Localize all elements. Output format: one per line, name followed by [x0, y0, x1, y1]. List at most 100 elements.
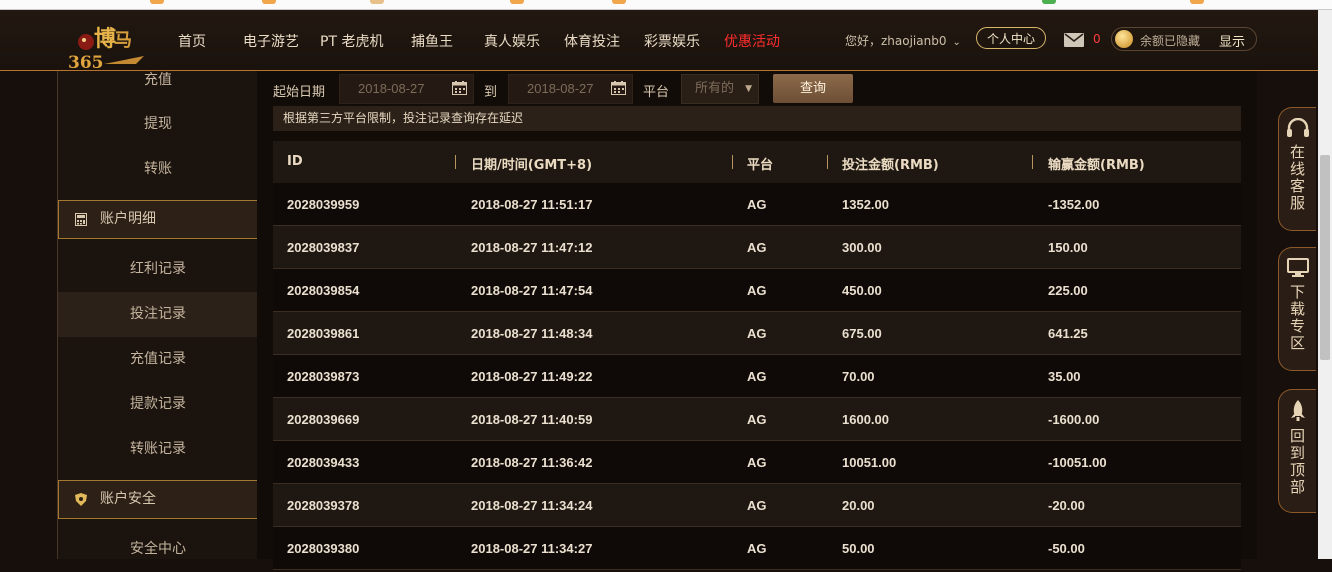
sidebar-item-deposit-records[interactable]: 充值记录: [58, 337, 258, 382]
dropdown-arrow-icon: ▼: [745, 84, 752, 94]
sidebar-item-withdraw-records[interactable]: 提款记录: [58, 382, 258, 427]
sidebar-item-withdraw[interactable]: 提现: [58, 102, 258, 147]
sidebar-item-transfer-records[interactable]: 转账记录: [58, 427, 258, 472]
cell-id: 2028039873: [287, 369, 360, 384]
calendar-icon[interactable]: [611, 81, 626, 95]
cell-platform: AG: [747, 283, 767, 298]
cell-win-loss: -10051.00: [1048, 455, 1107, 470]
header-datetime: 日期/时间(GMT+8): [471, 158, 593, 173]
cell-id: 2028039378: [287, 498, 360, 513]
sidebar-item-bet-records[interactable]: 投注记录: [58, 292, 258, 337]
float-label: 在线客服: [1289, 143, 1305, 212]
nav-sports-betting[interactable]: 体育投注: [564, 31, 620, 51]
balance-display: 余额已隐藏 显示: [1111, 27, 1257, 51]
nav-promotions[interactable]: 优惠活动: [724, 31, 780, 51]
cell-platform: AG: [747, 541, 767, 556]
table-header-row: ID 日期/时间(GMT+8) 平台 投注金额(RMB) 输赢金额(RMB): [273, 141, 1241, 183]
sidebar-header-label: 账户明细: [100, 211, 156, 227]
start-date-label: 起始日期: [273, 85, 326, 100]
greeting-text: 您好，zhaojianb0: [845, 34, 947, 48]
table-row: 2028039959 2018-08-27 11:51:17 AG 1352.0…: [273, 183, 1241, 226]
chevron-down-icon: ⌄: [952, 37, 961, 48]
header-bet-amount: 投注金额(RMB): [842, 158, 939, 173]
personal-center-button[interactable]: 个人中心: [976, 27, 1046, 49]
bet-record-filter: 起始日期 2018-08-27 到 2018-08-27 平台 所有的 ▼ 查询: [273, 74, 1253, 104]
coin-icon: [1115, 30, 1133, 48]
platform-select-value: 所有的: [695, 81, 735, 96]
cell-id: 2028039837: [287, 240, 360, 255]
account-sidebar: 充值 提现 转账 账户明细 红利记录 投注记录 充值记录 提款记录 转账记录 账…: [57, 71, 259, 559]
back-to-top-button[interactable]: 回到顶部: [1278, 389, 1316, 513]
table-row: 2028039669 2018-08-27 11:40:59 AG 1600.0…: [273, 398, 1241, 441]
sidebar-item-bonus-records[interactable]: 红利记录: [58, 247, 258, 292]
cell-datetime: 2018-08-27 11:34:27: [471, 541, 593, 556]
cell-win-loss: 641.25: [1048, 326, 1088, 341]
table-row: 2028039380 2018-08-27 11:34:27 AG 50.00 …: [273, 527, 1241, 570]
header-divider: [455, 155, 456, 169]
to-label: 到: [484, 85, 498, 100]
cell-bet-amount: 70.00: [842, 369, 875, 384]
header-win-loss: 输赢金额(RMB): [1048, 158, 1145, 173]
nav-home[interactable]: 首页: [178, 31, 206, 51]
nav-electronic-games[interactable]: 电子游艺: [243, 31, 299, 51]
cell-platform: AG: [747, 498, 767, 513]
cell-win-loss: 35.00: [1048, 369, 1081, 384]
sidebar-item-security-center[interactable]: 安全中心: [58, 527, 258, 572]
cell-id: 2028039380: [287, 541, 360, 556]
online-support-button[interactable]: 在线客服: [1278, 107, 1316, 231]
download-area-button[interactable]: 下载专区: [1278, 247, 1316, 371]
page-scrollbar[interactable]: [1318, 10, 1332, 559]
cell-win-loss: -1352.00: [1048, 197, 1100, 212]
cell-bet-amount: 50.00: [842, 541, 875, 556]
cell-win-loss: -20.00: [1048, 498, 1085, 513]
header-divider: [732, 155, 733, 169]
cell-platform: AG: [747, 412, 767, 427]
nav-live-casino[interactable]: 真人娱乐: [484, 31, 540, 51]
platform-select[interactable]: 所有的 ▼: [681, 74, 759, 104]
balance-hidden-text: 余额已隐藏: [1140, 34, 1201, 48]
user-greeting[interactable]: 您好，zhaojianb0 ⌄: [845, 32, 961, 49]
cell-datetime: 2018-08-27 11:34:24: [471, 498, 593, 513]
cell-platform: AG: [747, 326, 767, 341]
cell-bet-amount: 300.00: [842, 240, 882, 255]
cell-bet-amount: 675.00: [842, 326, 882, 341]
scrollbar-thumb[interactable]: [1320, 155, 1330, 360]
sidebar-item-deposit[interactable]: 充值: [58, 58, 258, 103]
cell-platform: AG: [747, 197, 767, 212]
sidebar-header-account-security[interactable]: 账户安全: [58, 480, 258, 519]
table-row: 2028039378 2018-08-27 11:34:24 AG 20.00 …: [273, 484, 1241, 527]
svg-text:博: 博: [94, 26, 116, 52]
cell-win-loss: -50.00: [1048, 541, 1085, 556]
cell-bet-amount: 450.00: [842, 283, 882, 298]
nav-pt-slots[interactable]: PT 老虎机: [320, 31, 383, 51]
float-label: 下载专区: [1289, 283, 1305, 352]
cell-bet-amount: 1600.00: [842, 412, 889, 427]
show-balance-button[interactable]: 显示: [1219, 31, 1245, 50]
sidebar-header-account-details[interactable]: 账户明细: [58, 200, 258, 239]
cell-datetime: 2018-08-27 11:48:34: [471, 326, 593, 341]
query-button[interactable]: 查询: [773, 74, 853, 103]
cell-win-loss: -1600.00: [1048, 412, 1100, 427]
cell-datetime: 2018-08-27 11:47:12: [471, 240, 593, 255]
sidebar-item-transfer[interactable]: 转账: [58, 147, 258, 192]
table-row: 2028039861 2018-08-27 11:48:34 AG 675.00…: [273, 312, 1241, 355]
cell-platform: AG: [747, 369, 767, 384]
rocket-icon: [1290, 400, 1305, 421]
platform-label: 平台: [643, 85, 670, 100]
shield-icon: [75, 493, 87, 506]
nav-lottery[interactable]: 彩票娱乐: [644, 31, 700, 51]
cell-datetime: 2018-08-27 11:49:22: [471, 369, 593, 384]
cell-bet-amount: 1352.00: [842, 197, 889, 212]
calculator-icon: [75, 213, 87, 226]
mail-icon[interactable]: [1064, 32, 1084, 51]
delay-notice: 根据第三方平台限制，投注记录查询存在延迟: [273, 106, 1241, 131]
table-row: 2028039433 2018-08-27 11:36:42 AG 10051.…: [273, 441, 1241, 484]
cell-bet-amount: 10051.00: [842, 455, 897, 470]
header-divider: [1032, 155, 1033, 169]
nav-fishing-king[interactable]: 捕鱼王: [411, 31, 453, 51]
sidebar-header-label: 账户安全: [100, 491, 156, 507]
cell-platform: AG: [747, 240, 767, 255]
bet-records-table: ID 日期/时间(GMT+8) 平台 投注金额(RMB) 输赢金额(RMB) 2…: [273, 141, 1241, 570]
calendar-icon[interactable]: [452, 81, 467, 95]
table-row: 2028039837 2018-08-27 11:47:12 AG 300.00…: [273, 226, 1241, 269]
